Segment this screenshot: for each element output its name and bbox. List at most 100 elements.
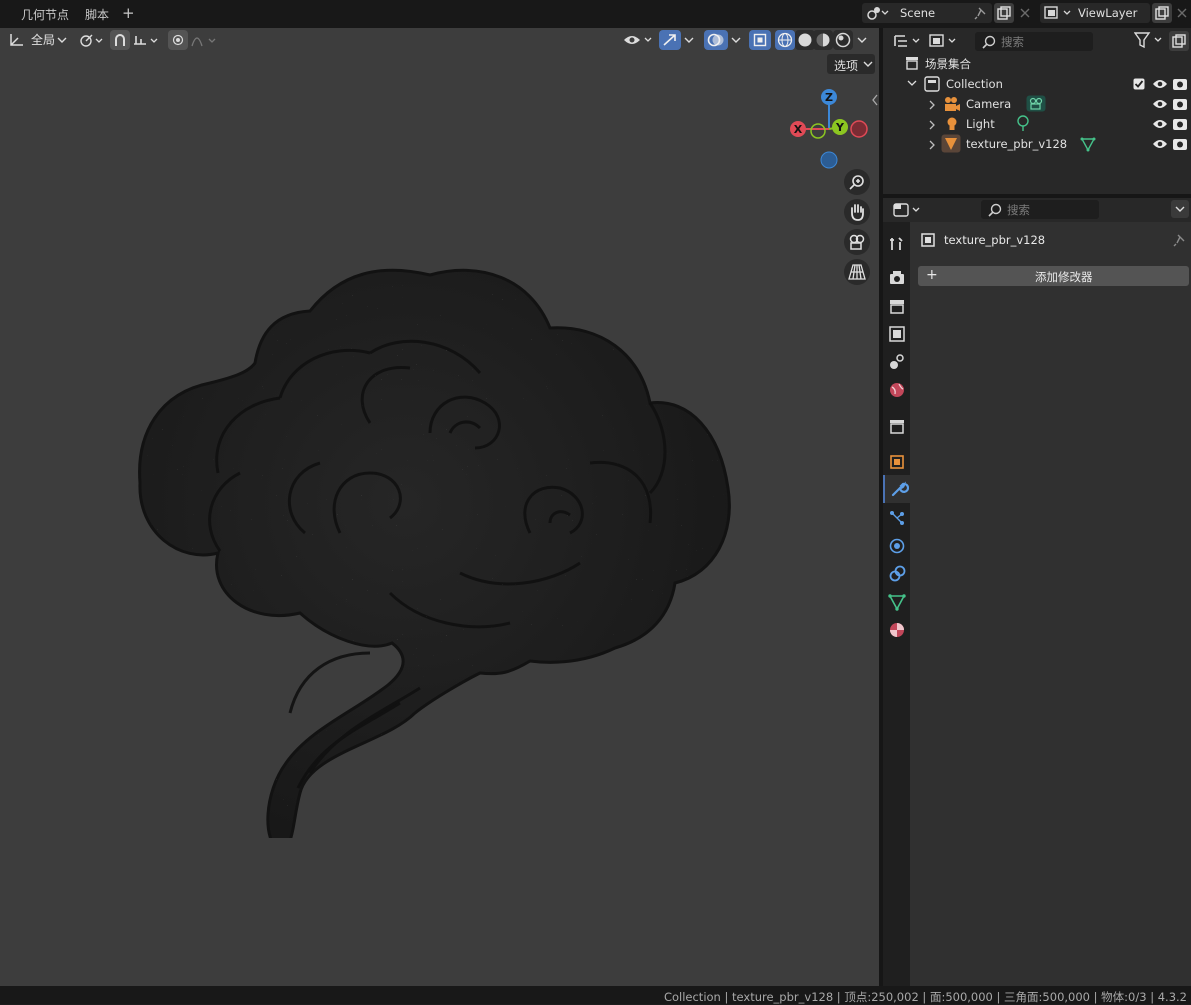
add-modifier-label: 添加修改器 [1035, 270, 1093, 284]
new-collection-icon [1172, 34, 1186, 48]
navigation-gizmo[interactable]: Z X Y [788, 86, 870, 172]
cloud-texture [139, 270, 730, 838]
editor-type-icon[interactable] [893, 202, 923, 218]
mesh-data-icon[interactable] [1080, 136, 1096, 152]
close-icon[interactable] [1176, 7, 1188, 19]
duplicate-icon [1155, 6, 1169, 20]
top-bar: 几何节点 脚本 + Scene ViewLayer [0, 0, 1191, 28]
chevron-down-icon[interactable] [907, 80, 917, 88]
falloff-icon[interactable] [191, 32, 219, 48]
render-camera-icons[interactable] [1172, 76, 1188, 156]
object-icon [921, 233, 935, 247]
chevron-down-icon[interactable] [684, 37, 694, 45]
collection-row[interactable]: Collection [883, 74, 1191, 94]
filter-view-icon[interactable] [929, 33, 959, 49]
shading-wireframe[interactable] [775, 30, 795, 50]
mesh-object-icon [941, 134, 961, 153]
material-tab-icon[interactable] [887, 620, 907, 640]
z-axis-label: Z [825, 91, 833, 104]
proportional-editing-toggle[interactable] [168, 30, 188, 50]
transform-orientation-icon[interactable] [9, 33, 25, 47]
new-scene-button[interactable] [994, 3, 1014, 23]
scene-collection-row[interactable]: 场景集合 [883, 53, 1191, 73]
camera-view-button[interactable] [844, 229, 870, 255]
physics-tab-icon[interactable] [887, 536, 907, 556]
duplicate-icon [997, 6, 1011, 20]
rendered-shading-icon [835, 32, 851, 48]
outliner-item-light[interactable]: Light [883, 114, 1191, 134]
object-tab-icon[interactable] [887, 452, 907, 472]
chevron-right-icon[interactable] [929, 140, 937, 150]
3d-viewport[interactable]: 全局 选项 Z X Y [0, 28, 879, 986]
options-label: 选项 [834, 59, 859, 73]
xray-toggle[interactable] [749, 30, 771, 50]
status-bar: Collection | texture_pbr_v128 | 顶点:250,0… [0, 986, 1191, 1004]
overlays-icon [707, 33, 724, 47]
shading-material[interactable] [813, 30, 833, 50]
options-dropdown[interactable]: 选项 [827, 54, 875, 74]
gizmo-toggle[interactable] [659, 30, 681, 50]
new-collection-button[interactable] [1169, 31, 1189, 51]
properties-options-button[interactable] [1171, 200, 1189, 218]
chevron-right-icon[interactable] [929, 100, 937, 110]
chevron-down-icon[interactable] [731, 37, 741, 45]
xray-icon [753, 33, 767, 47]
tool-tab-icon[interactable] [887, 234, 907, 254]
sidebar-toggle-icon[interactable] [871, 94, 879, 106]
new-view-layer-button[interactable] [1152, 3, 1172, 23]
search-icon [988, 203, 1002, 217]
add-modifier-button[interactable]: + 添加修改器 [918, 266, 1189, 286]
search-icon [982, 35, 996, 49]
chevron-down-icon[interactable] [857, 37, 867, 45]
pin-icon[interactable] [1173, 233, 1187, 247]
shading-rendered[interactable] [833, 30, 853, 50]
scene-selector[interactable]: Scene [862, 3, 992, 23]
orientation-dropdown[interactable]: 全局 [31, 31, 55, 48]
properties-search-input[interactable]: 搜索 [981, 200, 1099, 219]
eye-icons[interactable] [1152, 76, 1168, 156]
collection-tab-icon[interactable] [887, 416, 907, 436]
overlays-toggle[interactable] [704, 30, 728, 50]
data-tab-icon[interactable] [887, 592, 907, 612]
viewport-header: 全局 [0, 28, 879, 52]
render-tab-icon[interactable] [887, 268, 907, 288]
world-tab-icon[interactable] [887, 380, 907, 400]
outliner-item-mesh[interactable]: texture_pbr_v128 [883, 134, 1191, 154]
constraints-tab-icon[interactable] [887, 564, 907, 584]
light-data-icon[interactable] [1016, 115, 1030, 132]
perspective-toggle-button[interactable] [844, 259, 870, 285]
view-layer-tab-icon[interactable] [887, 324, 907, 344]
outliner-search-input[interactable]: 搜索 [975, 32, 1093, 51]
object-name: texture_pbr_v128 [944, 233, 1046, 247]
scene-tab-icon[interactable] [887, 352, 907, 372]
solid-shading-icon [798, 33, 812, 47]
outliner-item-camera[interactable]: Camera [883, 94, 1191, 114]
particles-tab-icon[interactable] [887, 508, 907, 528]
camera-data-icon[interactable] [1026, 95, 1046, 112]
camera-label: Camera [966, 97, 1012, 111]
zoom-button[interactable] [844, 169, 870, 195]
close-icon[interactable] [1019, 7, 1031, 19]
modifier-tab[interactable] [883, 475, 910, 503]
light-label: Light [966, 117, 995, 131]
snap-target-icon[interactable] [133, 32, 161, 48]
search-placeholder: 搜索 [1007, 203, 1030, 217]
pivot-point-icon[interactable] [77, 32, 105, 48]
output-tab-icon[interactable] [887, 296, 907, 316]
visibility-icon[interactable] [623, 32, 655, 48]
mesh-object[interactable] [130, 233, 740, 838]
chevron-right-icon[interactable] [929, 120, 937, 130]
pan-button[interactable] [844, 199, 870, 225]
checkbox-icon[interactable] [1133, 78, 1145, 90]
view-layer-selector[interactable]: ViewLayer [1040, 3, 1150, 23]
tab-geometry-nodes[interactable]: 几何节点 [21, 6, 69, 23]
add-workspace-button[interactable]: + [122, 4, 135, 22]
shading-solid[interactable] [795, 30, 815, 50]
snap-toggle[interactable] [110, 30, 130, 50]
view-layer-name: ViewLayer [1078, 6, 1138, 20]
tab-scripting[interactable]: 脚本 [85, 6, 109, 23]
scene-name: Scene [900, 6, 936, 20]
display-mode-icon[interactable] [893, 33, 923, 49]
filter-icon[interactable] [1134, 31, 1168, 49]
pin-icon[interactable] [974, 6, 988, 20]
